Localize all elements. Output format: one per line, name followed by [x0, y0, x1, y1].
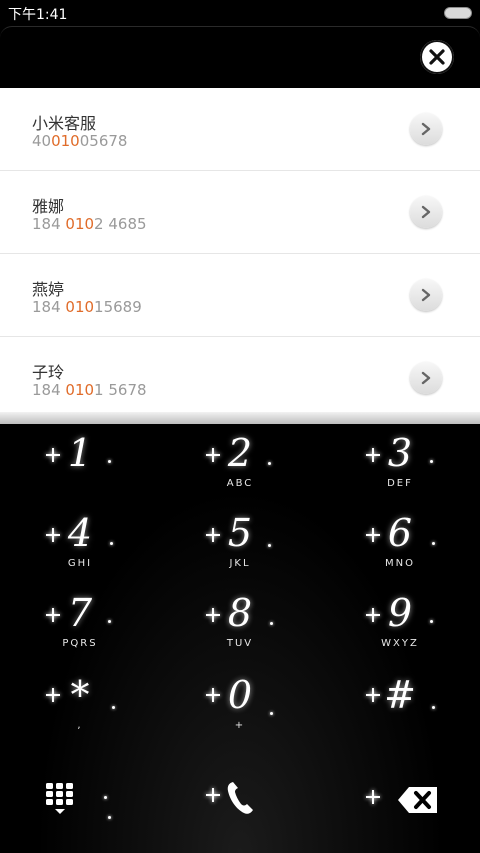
key-5[interactable]: 5 JKL: [180, 512, 300, 588]
status-time: 下午1:41: [8, 7, 68, 23]
sparkle-dot: [430, 620, 433, 623]
chevron-right-icon: [421, 122, 431, 136]
key-9[interactable]: 9 WXYZ: [340, 592, 460, 668]
sparkle-decoration: [366, 790, 380, 804]
key-letters: JKL: [229, 558, 251, 569]
key-8[interactable]: 8 TUV: [180, 592, 300, 668]
key-2[interactable]: 2 ABC: [180, 432, 300, 508]
number-match-highlight: 010: [51, 132, 80, 150]
key-letters: MNO: [385, 558, 415, 569]
contact-number: 184 01015689: [32, 298, 142, 316]
list-item[interactable]: 小米客服 4001005678: [0, 88, 480, 171]
key-letters: TUV: [226, 638, 254, 649]
status-bar: 下午1:41: [0, 0, 480, 26]
list-item[interactable]: 燕婷 184 01015689: [0, 254, 480, 337]
sparkle-dot: [432, 706, 435, 709]
contact-detail-button[interactable]: [410, 113, 442, 145]
contact-name: 小米客服: [32, 114, 97, 133]
search-header: [0, 26, 480, 88]
key-hash[interactable]: #: [340, 674, 460, 750]
key-letters: DEF: [387, 478, 413, 489]
list-item[interactable]: 子玲 184 0101 5678: [0, 337, 480, 420]
key-star[interactable]: * ,: [20, 674, 140, 750]
sparkle-dot: [268, 462, 271, 465]
sparkle-dot: [108, 816, 111, 819]
key-letters: WXYZ: [381, 638, 419, 649]
key-digit: *: [70, 673, 90, 717]
dialpad-grid-icon: [46, 783, 73, 814]
contact-detail-button[interactable]: [410, 279, 442, 311]
number-match-highlight: 010: [65, 215, 95, 233]
contact-number: 184 0102 4685: [32, 215, 147, 233]
toggle-dialpad-button[interactable]: [36, 774, 84, 822]
close-icon: [429, 49, 445, 65]
contact-number: 4001005678: [32, 132, 128, 150]
sparkle-dot: [270, 622, 273, 625]
key-letters: GHI: [67, 558, 93, 569]
search-results-list: 小米客服 4001005678 雅娜 184 0102 4685 燕婷 184 …: [0, 88, 480, 420]
chevron-right-icon: [421, 371, 431, 385]
sparkle-dot: [430, 460, 433, 463]
key-0[interactable]: 0 +: [180, 674, 300, 750]
call-button[interactable]: [216, 774, 264, 822]
key-7[interactable]: 7 PQRS: [20, 592, 140, 668]
dial-keypad: 1 2 ABC 3 DEF 4 GHI 5 JKL 6 MNO 7 PQRS 8…: [0, 424, 480, 853]
backspace-icon: [398, 787, 437, 813]
contact-name: 燕婷: [32, 280, 65, 299]
battery-icon: [444, 7, 472, 19]
contact-name: 雅娜: [32, 197, 65, 216]
key-digit: 1: [67, 431, 93, 475]
key-letters: ABC: [226, 478, 254, 489]
sparkle-dot: [108, 460, 111, 463]
key-3[interactable]: 3 DEF: [340, 432, 460, 508]
key-digit: 5: [227, 511, 253, 555]
phone-handset-icon: [227, 782, 253, 814]
key-digit: 6: [387, 511, 413, 555]
sparkle-dot: [110, 542, 113, 545]
number-match-highlight: 010: [65, 298, 95, 316]
key-digit: #: [384, 673, 416, 717]
key-digit: 2: [227, 431, 253, 475]
sparkle-dot: [104, 796, 107, 799]
sparkle-dot: [112, 706, 115, 709]
key-letters: PQRS: [62, 638, 98, 649]
sparkle-dot: [268, 544, 271, 547]
sparkle-dot: [270, 712, 273, 715]
key-6[interactable]: 6 MNO: [340, 512, 460, 588]
key-digit: 8: [227, 591, 253, 635]
key-1[interactable]: 1: [20, 432, 140, 508]
contact-detail-button[interactable]: [410, 196, 442, 228]
contact-detail-button[interactable]: [410, 362, 442, 394]
delete-button[interactable]: [394, 780, 442, 820]
key-4[interactable]: 4 GHI: [20, 512, 140, 588]
chevron-right-icon: [421, 288, 431, 302]
key-letters: ,: [77, 720, 83, 731]
number-match-highlight: 010: [65, 381, 95, 399]
sparkle-dot: [108, 620, 111, 623]
chevron-right-icon: [421, 205, 431, 219]
sparkle-dot: [432, 542, 435, 545]
key-digit: 4: [67, 511, 93, 555]
key-digit: 3: [387, 431, 413, 475]
contact-number: 184 0101 5678: [32, 381, 147, 399]
list-item[interactable]: 雅娜 184 0102 4685: [0, 171, 480, 254]
key-digit: 0: [227, 673, 253, 717]
key-letters: +: [234, 720, 246, 731]
key-digit: 9: [387, 591, 413, 635]
close-button[interactable]: [420, 40, 454, 74]
list-bottom-edge: [0, 412, 480, 424]
contact-name: 子玲: [32, 363, 65, 382]
key-digit: 7: [67, 591, 93, 635]
